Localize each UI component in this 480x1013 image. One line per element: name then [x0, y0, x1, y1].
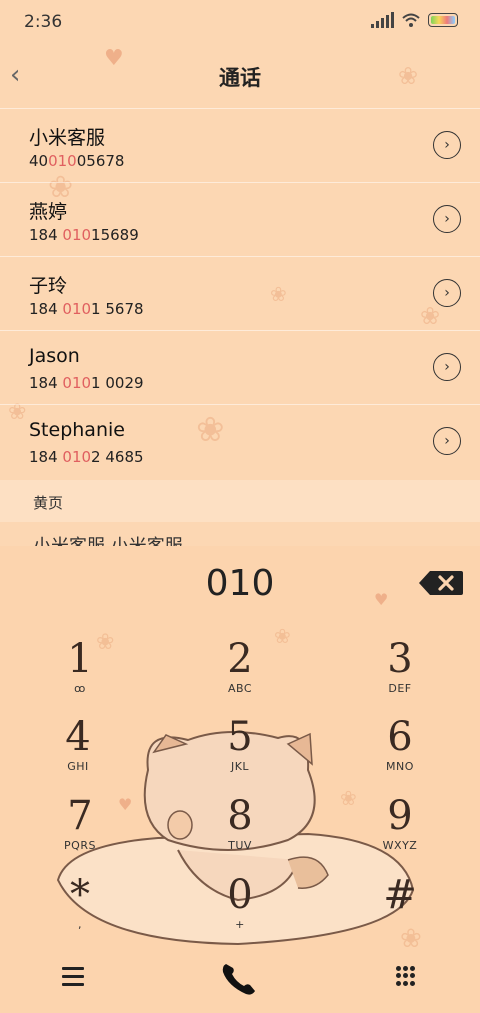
- contact-name: 小米客服: [29, 127, 106, 149]
- backspace-icon[interactable]: [418, 570, 464, 596]
- section-title: 黄页: [33, 494, 64, 512]
- dial-key-hash[interactable]: #: [345, 872, 455, 942]
- menu-icon[interactable]: [62, 967, 84, 987]
- phone-icon[interactable]: [216, 958, 264, 998]
- status-bar: 2:36: [0, 0, 480, 44]
- dial-key-7[interactable]: 7 PQRS: [25, 793, 135, 863]
- chevron-right-icon[interactable]: ›: [433, 427, 461, 455]
- wifi-icon: [402, 13, 420, 27]
- chevron-right-icon[interactable]: ›: [433, 131, 461, 159]
- status-time: 2:36: [24, 12, 63, 32]
- dial-key-5[interactable]: 5 JKL: [185, 714, 295, 784]
- contact-name: Jason: [29, 345, 80, 367]
- battery-icon: [428, 13, 458, 27]
- contact-number: 184 0101 5678: [29, 300, 144, 318]
- dial-key-star[interactable]: *,: [25, 872, 135, 942]
- contact-number: 184 0101 0029: [29, 374, 144, 392]
- dial-key-3[interactable]: 3 DEF: [345, 636, 455, 706]
- bottom-bar: [0, 950, 480, 1010]
- dial-key-0[interactable]: 0 +: [185, 872, 295, 942]
- dial-key-8[interactable]: 8 TUV: [185, 793, 295, 863]
- contact-list: 小米客服 4001005678 › 燕婷 184 01015689 › 子玲 1…: [0, 108, 480, 478]
- chevron-right-icon[interactable]: ›: [433, 205, 461, 233]
- dial-key-9[interactable]: 9 WXYZ: [345, 793, 455, 863]
- contact-name: 燕婷: [29, 201, 68, 223]
- dial-key-6[interactable]: 6 MNO: [345, 714, 455, 784]
- dial-key-4[interactable]: 4 GHI: [23, 714, 133, 784]
- contact-number: 184 0102 4685: [29, 448, 144, 466]
- contact-row[interactable]: 燕婷 184 01015689 ›: [0, 182, 480, 256]
- chevron-right-icon[interactable]: ›: [433, 353, 461, 381]
- dial-key-2[interactable]: 2 ABC: [185, 636, 295, 706]
- contact-row[interactable]: Jason 184 0101 0029 ›: [0, 330, 480, 404]
- chevron-right-icon[interactable]: ›: [433, 279, 461, 307]
- contact-row[interactable]: 小米客服 4001005678 ›: [0, 108, 480, 182]
- contact-row[interactable]: Stephanie 184 0102 4685 ›: [0, 404, 480, 478]
- header: ‹ 通话: [0, 46, 480, 106]
- list-item[interactable]: 小米客服 小米客服: [33, 532, 253, 546]
- page-title: 通话: [219, 66, 261, 90]
- dialed-number: 010: [205, 563, 275, 604]
- contact-name: 子玲: [29, 275, 68, 297]
- contact-row[interactable]: 子玲 184 0101 5678 ›: [0, 256, 480, 330]
- dialpad-icon[interactable]: [396, 966, 416, 986]
- contact-number: 184 01015689: [29, 226, 139, 244]
- voicemail-icon: ꝏ: [74, 682, 86, 695]
- contact-name: Stephanie: [29, 419, 125, 441]
- yellow-pages-section-header: 黄页: [0, 480, 480, 522]
- signal-icon: [371, 12, 394, 28]
- contact-number: 4001005678: [29, 152, 125, 170]
- dial-key-1[interactable]: 1ꝏ: [25, 636, 135, 706]
